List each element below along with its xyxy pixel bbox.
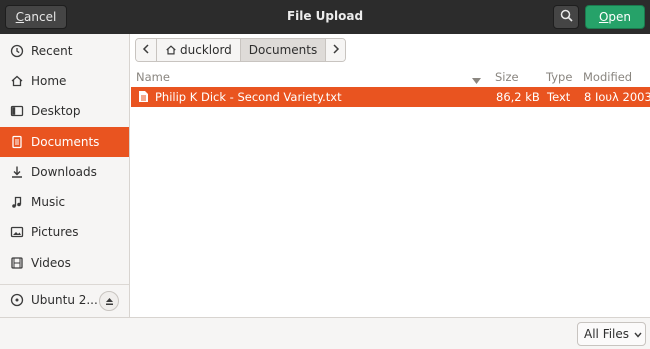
file-size: 86,2 kB [496,90,540,104]
chevron-down-icon [634,327,642,341]
search-icon [560,9,573,25]
cancel-button[interactable]: Cancel [5,5,67,29]
sidebar-item-recent[interactable]: Recent [0,36,129,66]
text-file-icon [138,90,149,106]
sidebar-item-desktop[interactable]: Desktop [0,96,129,126]
home-icon [10,74,24,88]
path-segment-label: Documents [248,43,318,57]
home-icon [165,44,177,56]
sidebar-item-pictures[interactable]: Pictures [0,217,129,247]
path-back-button[interactable] [136,39,156,61]
desktop-icon [10,104,24,118]
column-header-type[interactable]: Type [546,70,572,84]
video-icon [10,256,24,270]
eject-icon[interactable] [99,291,119,311]
file-row[interactable]: Philip K Dick - Second Variety.txt 86,2 … [131,87,650,107]
file-modified: 8 Ιουλ 2003 [584,90,650,104]
picture-icon [10,225,24,239]
path-segment-home[interactable]: ducklord [156,39,240,61]
chevron-left-icon [142,43,150,57]
file-type: Text [547,90,571,104]
sidebar-item-downloads[interactable]: Downloads [0,157,129,187]
sidebar-item-label: Recent [31,44,73,58]
search-button[interactable] [553,5,579,29]
column-header-name[interactable]: Name [136,70,170,84]
sidebar-item-label: Desktop [31,104,81,118]
music-icon [10,195,24,209]
path-bar: ducklord Documents [135,38,347,62]
download-icon [10,165,24,179]
document-icon [10,135,24,149]
sidebar: Recent Home Desktop Documents Downloads … [0,34,130,317]
header-bar: Cancel File Upload Open [0,0,650,34]
sort-descending-icon[interactable] [472,73,481,87]
footer-bar: All Files [0,317,650,349]
cancel-button-label: Cancel [15,10,57,24]
sidebar-item-label: Videos [31,256,71,270]
file-list-header: Name Size Type Modified [131,66,650,86]
sidebar-item-volume[interactable]: Ubuntu 2... [0,285,129,315]
sidebar-item-label: Ubuntu 2... [31,293,98,307]
open-button[interactable]: Open [585,5,645,29]
clock-icon [10,44,24,58]
sidebar-item-home[interactable]: Home [0,66,129,96]
path-forward-button[interactable] [325,39,346,61]
file-filter-dropdown[interactable]: All Files [577,322,646,346]
column-header-size[interactable]: Size [495,70,519,84]
sidebar-item-label: Home [31,74,67,88]
path-segment-documents[interactable]: Documents [239,39,326,61]
sidebar-item-label: Pictures [31,225,79,239]
sidebar-item-label: Music [31,195,66,209]
open-button-label: Open [598,10,632,24]
path-segment-label: ducklord [180,43,232,57]
sidebar-item-label: Downloads [31,165,97,179]
sidebar-item-videos[interactable]: Videos [0,248,129,278]
chevron-right-icon [332,43,340,57]
sidebar-item-label: Documents [31,135,100,149]
file-name: Philip K Dick - Second Variety.txt [155,90,342,104]
sidebar-item-documents[interactable]: Documents [0,127,129,157]
sidebar-item-music[interactable]: Music [0,187,129,217]
disk-icon [10,293,24,307]
column-header-modified[interactable]: Modified [583,70,632,84]
file-filter-label: All Files [584,327,630,341]
